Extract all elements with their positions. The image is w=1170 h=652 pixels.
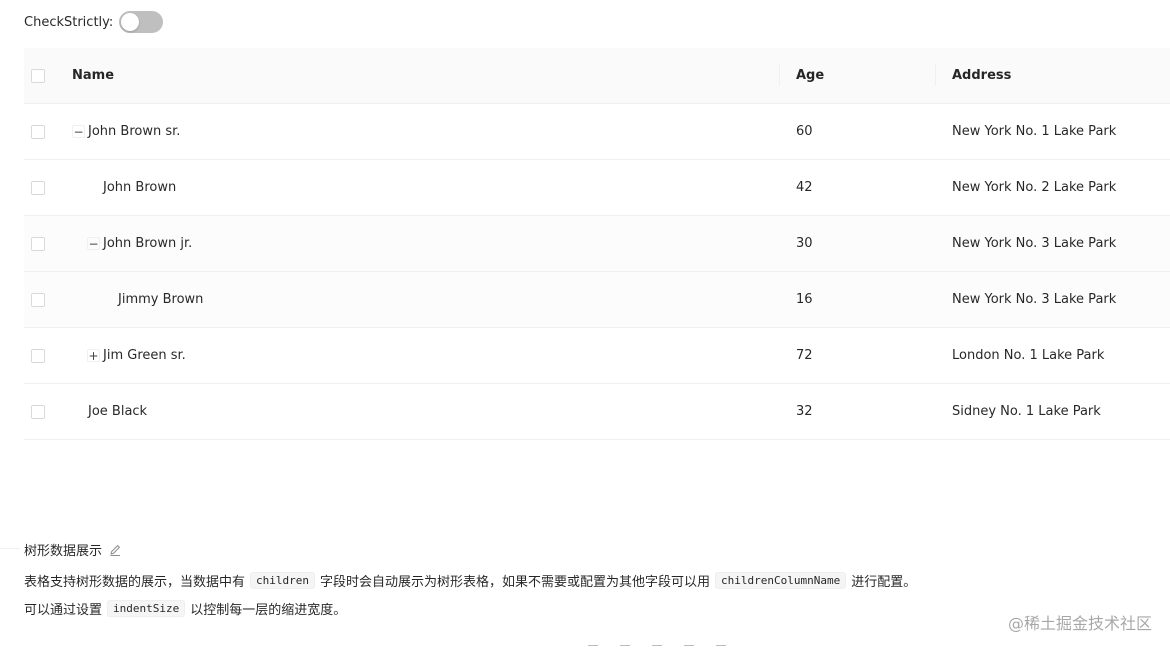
watermark: @稀土掘金技术社区 xyxy=(1007,614,1152,633)
table-row[interactable]: John Brown 42 New York No. 2 Lake Park xyxy=(24,160,1170,216)
doc-title-bar: 树形数据展示 xyxy=(24,540,127,559)
row-address: New York No. 3 Lake Park xyxy=(952,236,1117,251)
row-checkbox[interactable] xyxy=(31,404,45,419)
collapse-icon[interactable]: − xyxy=(72,125,85,138)
row-address: Sidney No. 1 Lake Park xyxy=(952,404,1101,419)
table-row[interactable]: + Jim Green sr. 72 London No. 1 Lake Park xyxy=(24,328,1170,384)
select-all-checkbox[interactable] xyxy=(31,68,45,83)
row-age: 60 xyxy=(796,124,813,139)
row-checkbox[interactable] xyxy=(31,236,45,251)
column-divider xyxy=(935,64,936,86)
table-row[interactable]: − John Brown sr. 60 New York No. 1 Lake Par… xyxy=(24,104,1170,160)
divider-left xyxy=(0,548,20,549)
table-header-row: Name Age Address xyxy=(24,48,1170,104)
code-children-column-name: childrenColumnName xyxy=(715,572,847,589)
row-name: Jimmy Brown xyxy=(118,292,204,307)
row-age: 42 xyxy=(796,180,813,195)
check-strictly-label: CheckStrictly: xyxy=(24,14,114,30)
expand-icon[interactable]: + xyxy=(87,349,100,362)
row-address: New York No. 3 Lake Park xyxy=(952,292,1117,307)
table-row[interactable]: Joe Black 32 Sidney No. 1 Lake Park xyxy=(24,384,1170,440)
row-checkbox[interactable] xyxy=(31,124,45,139)
row-checkbox[interactable] xyxy=(31,348,45,363)
row-address: New York No. 2 Lake Park xyxy=(952,180,1117,195)
column-header-address[interactable]: Address xyxy=(952,48,1011,103)
tree-table: Name Age Address − John Brown sr. 60 New Yo… xyxy=(24,48,1170,440)
collapse-icon[interactable]: − xyxy=(87,237,100,250)
row-checkbox[interactable] xyxy=(31,180,45,195)
row-name: John Brown xyxy=(103,180,177,195)
row-name: Joe Black xyxy=(88,404,148,419)
row-address: New York No. 1 Lake Park xyxy=(952,124,1117,139)
row-age: 32 xyxy=(796,404,813,419)
row-name: Jim Green sr. xyxy=(103,348,186,363)
check-strictly-switch[interactable] xyxy=(119,11,164,33)
column-divider xyxy=(779,64,780,86)
row-checkbox[interactable] xyxy=(31,292,45,307)
table-row[interactable]: Jimmy Brown 16 New York No. 3 Lake Park xyxy=(24,272,1170,328)
check-strictly-toolbar: CheckStrictly: xyxy=(24,10,164,34)
doc-title: 树形数据展示 xyxy=(24,544,103,559)
row-name: John Brown sr. xyxy=(88,124,181,139)
switch-knob xyxy=(121,13,140,31)
table-row[interactable]: − John Brown jr. 30 New York No. 3 Lake Par… xyxy=(24,216,1170,272)
doc-paragraph-1: 表格支持树形数据的展示，当数据中有 children 字段时会自动展示为树形表格… xyxy=(24,572,917,590)
column-header-name[interactable]: Name xyxy=(72,48,114,103)
table-body: − John Brown sr. 60 New York No. 1 Lake Par… xyxy=(24,104,1170,440)
code-children: children xyxy=(250,572,315,589)
code-indent-size: indentSize xyxy=(107,600,186,617)
edit-icon[interactable] xyxy=(108,543,122,557)
row-age: 72 xyxy=(796,348,813,363)
column-header-age[interactable]: Age xyxy=(796,48,824,103)
row-age: 16 xyxy=(796,292,813,307)
row-address: London No. 1 Lake Park xyxy=(952,348,1105,363)
row-name: John Brown jr. xyxy=(103,236,193,251)
row-age: 30 xyxy=(796,236,813,251)
doc-paragraph-2: 可以通过设置 indentSize 以控制每一层的缩进宽度。 xyxy=(24,600,347,618)
